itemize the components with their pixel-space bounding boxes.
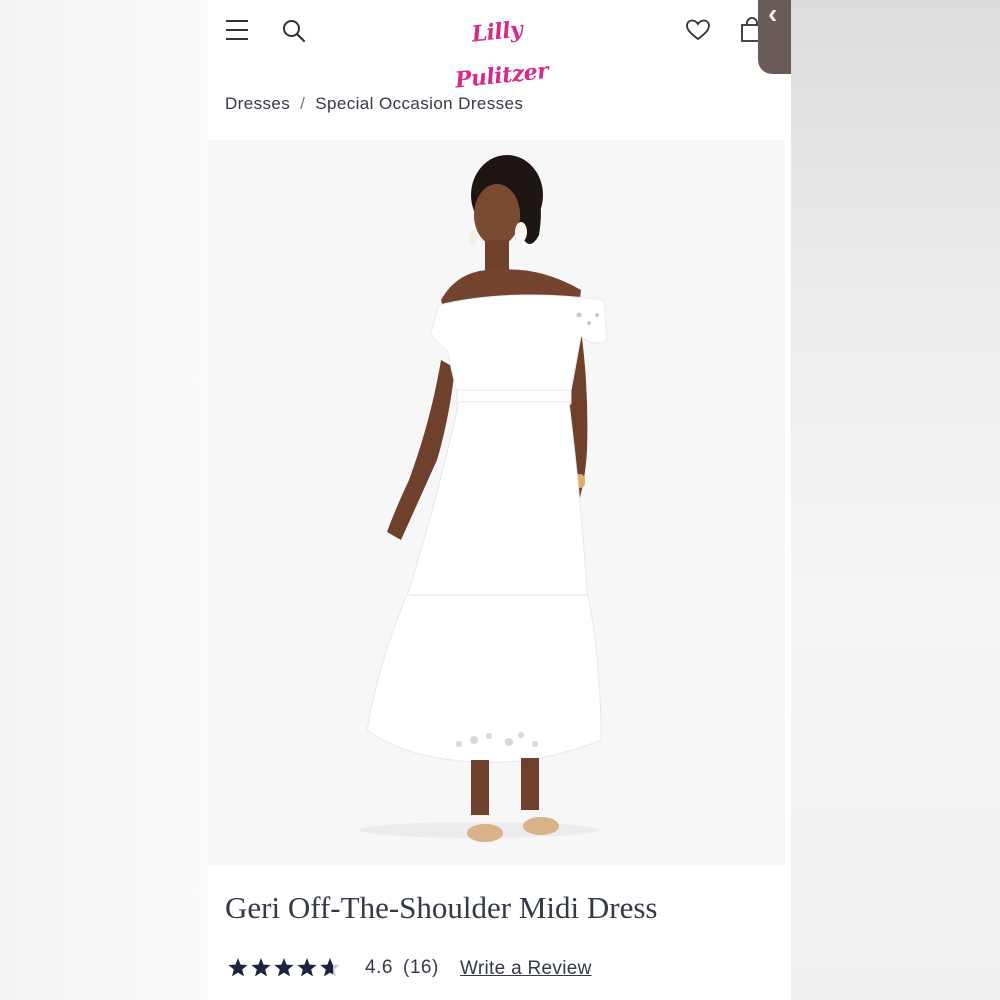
side-panel-tab[interactable]: ‹ <box>758 0 791 74</box>
breadcrumb-dresses-link[interactable]: Dresses <box>225 94 290 113</box>
background-blur-right <box>791 0 1000 1000</box>
star-icon <box>297 958 317 977</box>
star-icon <box>251 958 271 977</box>
product-page: Lilly Pulitzer ‹ Dresses / Special Occasio… <box>209 0 791 1000</box>
brand-logo[interactable]: Lilly Pulitzer <box>445 5 550 93</box>
heart-icon <box>686 19 710 41</box>
star-icon <box>228 958 248 977</box>
breadcrumb: Dresses / Special Occasion Dresses <box>225 94 523 120</box>
product-photo <box>359 155 608 842</box>
search-button[interactable] <box>281 18 307 44</box>
background-blur-left <box>0 0 210 1000</box>
review-count[interactable]: (16) <box>403 957 439 979</box>
wishlist-button[interactable] <box>685 17 711 43</box>
menu-icon-line <box>226 29 248 31</box>
site-header: Lilly Pulitzer ‹ <box>209 0 791 94</box>
chevron-left-icon: ‹ <box>768 0 778 29</box>
star-rating[interactable] <box>227 952 347 982</box>
product-image[interactable] <box>209 140 785 865</box>
menu-icon <box>226 20 248 22</box>
breadcrumb-separator: / <box>300 94 306 113</box>
write-review-link[interactable]: Write a Review <box>460 958 592 980</box>
menu-button[interactable] <box>226 20 248 40</box>
rating-value: 4.6 <box>365 957 393 978</box>
star-icon <box>274 958 294 977</box>
breadcrumb-special-occasion-link[interactable]: Special Occasion Dresses <box>315 94 523 113</box>
search-icon <box>283 20 306 43</box>
product-title: Geri Off-The-Shoulder Midi Dress <box>225 890 658 925</box>
menu-icon-line <box>226 38 248 40</box>
